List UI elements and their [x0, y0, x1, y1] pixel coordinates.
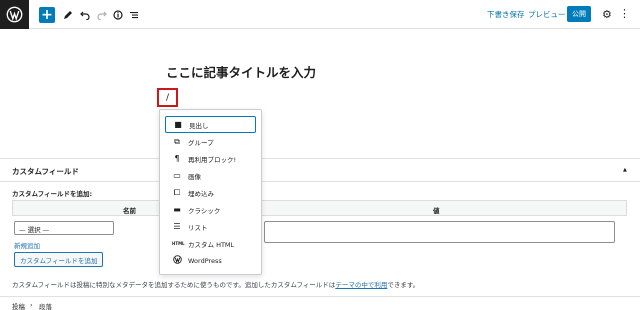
info-icon[interactable] — [111, 6, 125, 23]
reusable-icon: ¶ — [174, 154, 180, 163]
custom-fields-panel-title[interactable]: カスタムフィールド — [12, 166, 79, 177]
block-item-wordpress[interactable]: WordPress — [165, 252, 256, 269]
preview-button[interactable]: プレビュー — [528, 9, 566, 20]
custom-field-value-textarea[interactable] — [264, 221, 615, 243]
block-item-image[interactable]: ▭ 画像 — [165, 167, 256, 184]
block-item-label: 画像 — [188, 172, 201, 181]
editor-toolbar: + 下書き保存 プレビュー 公開 ⚙ ⋮ — [0, 0, 640, 29]
block-item-group[interactable]: ⧉ グループ — [165, 133, 256, 150]
redo-icon[interactable] — [95, 6, 109, 23]
block-item-embed[interactable]: ⧠ 埋め込み — [165, 184, 256, 201]
block-item-label: グループ — [188, 138, 214, 147]
wordpress-icon — [172, 255, 182, 266]
undo-icon[interactable] — [78, 6, 92, 23]
edit-tools-icon[interactable] — [61, 6, 75, 23]
value-column-header: 値 — [433, 207, 440, 215]
block-item-label: クラシック — [188, 206, 221, 215]
block-item-classic[interactable]: ▬ クラシック — [165, 201, 256, 218]
block-item-label: カスタム HTML — [188, 240, 235, 249]
more-options-icon[interactable]: ⋮ — [619, 7, 630, 20]
save-draft-button[interactable]: 下書き保存 — [487, 9, 525, 20]
block-item-label: WordPress — [188, 256, 222, 265]
table-header-row: 名前 値 — [12, 200, 627, 216]
post-title-input[interactable]: ここに記事タイトルを入力 — [166, 62, 316, 81]
block-item-label: リスト — [188, 223, 208, 232]
custom-fields-description: カスタムフィールドは投稿に特別なメタデータを追加するために使うものです。追加した… — [12, 279, 419, 289]
block-item-reusable[interactable]: ¶ 再利用ブロック! — [165, 150, 256, 167]
block-item-label: 見出し — [189, 121, 209, 130]
wordpress-logo-button[interactable] — [0, 0, 29, 29]
add-custom-field-label: カスタムフィールドを追加: — [12, 190, 93, 198]
settings-gear-icon[interactable]: ⚙ — [602, 8, 612, 21]
name-column-header: 名前 — [123, 207, 136, 215]
description-text: カスタムフィールドは投稿に特別なメタデータを追加するために使うものです。追加した… — [12, 281, 336, 289]
list-view-icon[interactable] — [127, 6, 141, 23]
block-breadcrumb: 投稿 › 段落 — [0, 296, 640, 310]
publish-button[interactable]: 公開 — [567, 6, 591, 22]
description-text-end: できます。 — [387, 281, 420, 289]
add-new-field-link[interactable]: 新規追加 — [14, 240, 40, 250]
keyboard-icon: ▬ — [173, 205, 181, 214]
editor-page: + 下書き保存 プレビュー 公開 ⚙ ⋮ ここに記事タイトルを入力 / カスタム… — [0, 0, 640, 310]
custom-field-name-select[interactable]: — 選択 — — [14, 221, 114, 235]
block-item-list[interactable]: ☰ リスト — [165, 218, 256, 235]
add-block-button[interactable]: + — [39, 7, 55, 23]
block-item-label: 再利用ブロック! — [188, 155, 237, 164]
breadcrumb-separator: › — [30, 301, 33, 309]
block-inserter-popover: ■ 見出し ⧉ グループ ¶ 再利用ブロック! ▭ 画像 ⧠ 埋め込み ▬ クラ… — [159, 109, 262, 275]
divider — [0, 181, 640, 182]
group-icon: ⧉ — [174, 136, 180, 146]
wordpress-icon — [6, 6, 23, 23]
custom-field-table: 名前 値 — 選択 — 新規追加 カスタムフィールドを追加 — [12, 200, 627, 270]
bookmark-icon: ■ — [174, 120, 182, 129]
theme-usage-link[interactable]: テーマの中で利用 — [335, 281, 387, 289]
add-custom-field-button[interactable]: カスタムフィールドを追加 — [14, 252, 104, 267]
block-item-label: 埋め込み — [188, 189, 214, 198]
breadcrumb-paragraph[interactable]: 段落 — [39, 301, 52, 310]
list-icon: ☰ — [173, 222, 181, 231]
block-item-heading[interactable]: ■ 見出し — [165, 116, 256, 133]
embed-icon: ⧠ — [173, 187, 181, 197]
block-inserter-toggle[interactable]: / — [157, 88, 178, 107]
image-icon: ▭ — [173, 171, 181, 180]
block-item-custom-html[interactable]: HTML カスタム HTML — [165, 235, 256, 252]
html-icon: HTML — [172, 241, 185, 246]
panel-toggle-arrow-icon[interactable]: ▲ — [623, 167, 627, 173]
breadcrumb-post[interactable]: 投稿 — [12, 301, 25, 310]
